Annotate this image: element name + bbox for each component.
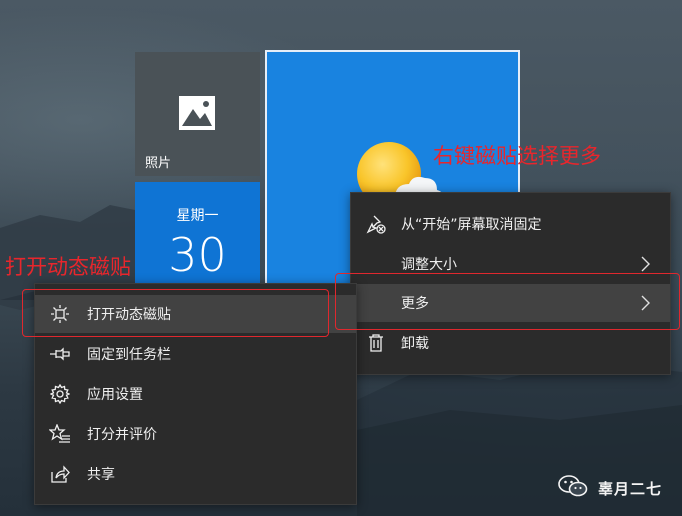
image-icon: [178, 95, 216, 135]
menu-item-label: 卸载: [401, 336, 429, 352]
watermark-text: 辜月二七: [598, 479, 663, 498]
calendar-day: 星期一: [176, 208, 219, 224]
submenu-item-label: 应用设置: [87, 387, 143, 403]
annotation-open-live-tile-note: 打开动态磁贴: [5, 255, 131, 279]
submenu-item-label: 固定到任务栏: [87, 347, 171, 363]
trash-icon: [365, 332, 387, 354]
menu-item-label: 调整大小: [401, 257, 457, 273]
submenu-item-share[interactable]: 共享: [35, 455, 356, 493]
calendar-date: 30: [168, 228, 227, 282]
unpin-icon: [365, 213, 387, 235]
annotation-box-open-live-tile: [22, 289, 329, 337]
menu-item-label: 从“开始”屏幕取消固定: [401, 217, 542, 233]
annotation-right-click-note: 右键磁贴选择更多: [433, 144, 601, 168]
annotation-box-more: [335, 273, 680, 330]
submenu-item-pin-taskbar[interactable]: 固定到任务栏: [35, 335, 356, 373]
share-icon: [49, 463, 71, 485]
watermark: 辜月二七: [558, 474, 662, 502]
chevron-right-icon: [636, 255, 654, 273]
gear-icon: [49, 383, 71, 405]
submenu-item-label: 共享: [87, 467, 115, 483]
menu-item-unpin[interactable]: 从“开始”屏幕取消固定: [351, 205, 670, 243]
calendar-tile[interactable]: 星期一 30: [135, 182, 260, 292]
submenu-item-label: 打分并评价: [87, 427, 157, 443]
wechat-icon: [558, 474, 588, 502]
pin-icon: [49, 343, 71, 365]
submenu-item-app-settings[interactable]: 应用设置: [35, 375, 356, 413]
submenu-item-rate-review[interactable]: 打分并评价: [35, 415, 356, 453]
star-list-icon: [49, 423, 71, 445]
photos-tile[interactable]: 照片: [135, 52, 260, 176]
photos-tile-label: 照片: [145, 156, 172, 171]
